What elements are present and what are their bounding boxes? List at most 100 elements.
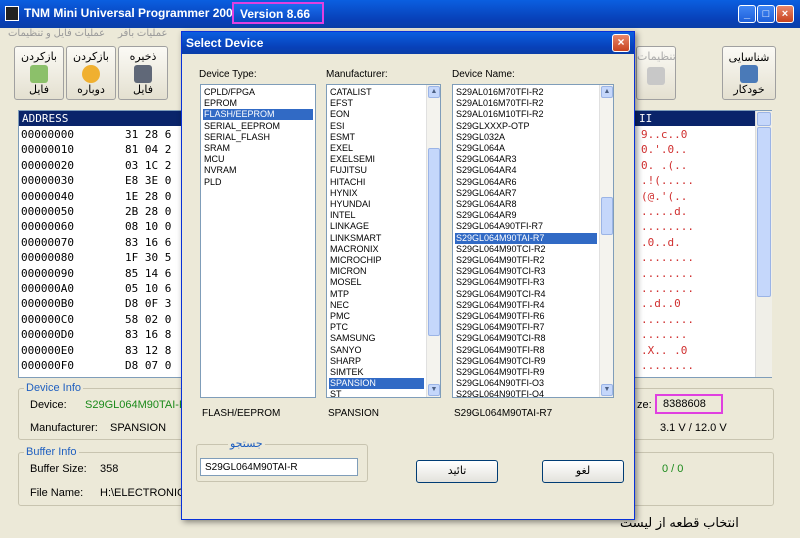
device-name-item[interactable]: S29GL064M90TCI-R2 [455, 244, 597, 255]
device-type-item[interactable]: PLD [203, 177, 313, 188]
manufacturer-item[interactable]: MACRONIX [329, 244, 424, 255]
manufacturer-item[interactable]: EXEL [329, 143, 424, 154]
manufacturer-item[interactable]: SAMSUNG [329, 333, 424, 344]
device-name-item[interactable]: S29GL064AR7 [455, 188, 597, 199]
device-name-item[interactable]: S29GL032A [455, 132, 597, 143]
device-name-item[interactable]: S29GL064AR8 [455, 199, 597, 210]
hex-address: 00000090 [21, 266, 74, 280]
scroll-thumb[interactable] [757, 127, 771, 297]
device-name-item[interactable]: S29GLXXXP-OTP [455, 121, 597, 132]
manufacturer-item[interactable]: ESI [329, 121, 424, 132]
app-title: TNM Mini Universal Programmer 2000+ [24, 6, 247, 20]
device-type-item[interactable]: SRAM [203, 143, 313, 154]
scroll-down-icon[interactable]: ▼ [428, 384, 440, 396]
manufacturer-item[interactable]: ST [329, 389, 424, 397]
device-type-item[interactable]: EPROM [203, 98, 313, 109]
device-name-item[interactable]: S29GL064A90TFI-R7 [455, 221, 597, 232]
device-name-item[interactable]: S29GL064M90TFI-R7 [455, 322, 597, 333]
device-type-list[interactable]: PLD NVRAM MCU SRAM SERIAL_FLASH SERIAL_EEPROM… [200, 84, 316, 398]
manufacturer-item[interactable]: EXELSEMI [329, 154, 424, 165]
device-type-item[interactable]: SERIAL_EEPROM [203, 121, 313, 132]
device-name-item[interactable]: S29GL064A [455, 143, 597, 154]
open-file-button[interactable]: بازکردن فایل [14, 46, 64, 100]
save-file-button[interactable]: ذخیره فایل [118, 46, 168, 100]
device-type-item[interactable]: SERIAL_FLASH [203, 132, 313, 143]
manufacturer-item[interactable]: FUJITSU [329, 165, 424, 176]
device-name-item[interactable]: S29GL064M90TCI-R8 [455, 333, 597, 344]
auto-detect-button[interactable]: شناسایی خودکار [722, 46, 776, 100]
device-name-item[interactable]: S29GL064M90TFI-R4 [455, 300, 597, 311]
device-name-item[interactable]: S29GL064M90TCI-R3 [455, 266, 597, 277]
device-type-item[interactable]: NVRAM [203, 165, 313, 176]
open-file-icon [30, 65, 48, 83]
dialog-close-button[interactable]: × [612, 34, 630, 52]
manufacturer-item[interactable]: LINKSMART [329, 233, 424, 244]
scroll-up-arrow-icon[interactable] [757, 112, 771, 126]
cancel-button[interactable]: لغو [542, 460, 624, 483]
manufacturer-item[interactable]: HYUNDAI [329, 199, 424, 210]
device-type-item[interactable]: CPLD/FPGA [203, 87, 313, 98]
manufacturer-item[interactable]: NEC [329, 300, 424, 311]
manufacturer-item[interactable]: ESMT [329, 132, 424, 143]
manufacturer-item[interactable]: HYNIX [329, 188, 424, 199]
device-name-item[interactable]: S29GL064AR9 [455, 210, 597, 221]
scroll-up-icon[interactable]: ▲ [428, 86, 440, 98]
manufacturer-item[interactable]: EFST [329, 98, 424, 109]
device-name-item[interactable]: S29GL064AR3 [455, 154, 597, 165]
manufacturer-item[interactable]: PMC [329, 311, 424, 322]
close-button[interactable]: × [776, 5, 794, 23]
manufacturer-item[interactable]: LINKAGE [329, 221, 424, 232]
settings-button[interactable]: تنظیمات [636, 46, 676, 100]
manufacturer-item[interactable]: INTEL [329, 210, 424, 221]
device-name-list[interactable]: S29GL064N90TFI-O4 S29GL064N90TFI-O3 S29GL0… [452, 84, 614, 398]
hex-scrollbar[interactable] [755, 111, 772, 377]
device-name-item[interactable]: S29AL016M70TFI-R2 [455, 87, 597, 98]
device-name-item[interactable]: S29AL016M10TFI-R2 [455, 109, 597, 120]
menu-item-buffer[interactable]: عملیات بافر [118, 28, 167, 39]
manufacturer-item[interactable]: MICROCHIP [329, 255, 424, 266]
device-info-label: Device Info [24, 382, 84, 394]
device-name-item[interactable]: S29GL064M90TFI-R8 [455, 345, 597, 356]
manufacturer-item[interactable]: SHARP [329, 356, 424, 367]
device-name-item[interactable]: S29GL064M90TCI-R9 [455, 356, 597, 367]
minimize-button[interactable]: _ [738, 5, 756, 23]
manufacturer-item[interactable]: CATALIST [329, 87, 424, 98]
device-name-item[interactable]: S29GL064AR4 [455, 165, 597, 176]
manufacturer-item[interactable]: SIMTEK [329, 367, 424, 378]
device-name-item[interactable]: S29GL064M90TFI-R2 [455, 255, 597, 266]
menu-item-file-settings[interactable]: عملیات فایل و تنظیمات [8, 28, 105, 39]
search-input[interactable]: S29GL064M90TAI-R [200, 458, 358, 476]
manufacturer-scrollbar[interactable]: ▲ ▼ [426, 85, 440, 397]
manufacturer-item[interactable]: MICRON [329, 266, 424, 277]
manufacturer-item[interactable]: HITACHI [329, 177, 424, 188]
hex-bytes: 31 28 6 [125, 128, 172, 141]
manufacturer-item[interactable]: EON [329, 109, 424, 120]
reopen-button[interactable]: بازکردن دوباره [66, 46, 116, 100]
device-name-item[interactable]: S29AL016M70TFI-R2 [455, 98, 597, 109]
manufacturer-item[interactable]: SANYO [329, 345, 424, 356]
device-name-item[interactable]: S29GL064N90TFI-O3 [455, 378, 597, 389]
device-name-item[interactable]: S29GL064M90TCI-R4 [455, 289, 597, 300]
scroll-up-icon[interactable]: ▲ [601, 86, 613, 98]
maximize-button[interactable]: □ [757, 5, 775, 23]
device-type-item[interactable]: MCU [203, 154, 313, 165]
device-type-item[interactable]: FLASH/EEPROM [203, 109, 313, 121]
device-name-item[interactable]: S29GL064N90TFI-O4 [455, 389, 597, 397]
search-label: جستجو [228, 437, 265, 450]
manufacturer-item[interactable]: PTC [329, 322, 424, 333]
device-name-item[interactable]: S29GL064M90TFI-R9 [455, 367, 597, 378]
device-name-item[interactable]: S29GL064M90TFI-R3 [455, 277, 597, 288]
manufacturer-scroll-thumb[interactable] [428, 148, 440, 336]
manufacturer-item[interactable]: MOSEL [329, 277, 424, 288]
scroll-down-icon[interactable]: ▼ [601, 384, 613, 396]
device-name-item[interactable]: S29GL064M90TFI-R6 [455, 311, 597, 322]
device-name-scrollbar[interactable]: ▲ ▼ [599, 85, 613, 397]
device-name-scroll-thumb[interactable] [601, 197, 613, 235]
manufacturer-item[interactable]: SPANSION [329, 378, 424, 390]
ok-button[interactable]: تائید [416, 460, 498, 483]
manufacturer-item[interactable]: MTP [329, 289, 424, 300]
device-name-item[interactable]: S29GL064M90TAI-R7 [455, 232, 597, 244]
device-name-item[interactable]: S29GL064AR6 [455, 177, 597, 188]
hex-address: 00000080 [21, 251, 74, 265]
manufacturer-list[interactable]: ST SPANSION SIMTEK SHARP SANYO SAMSUNG PTC PMC N… [326, 84, 441, 398]
